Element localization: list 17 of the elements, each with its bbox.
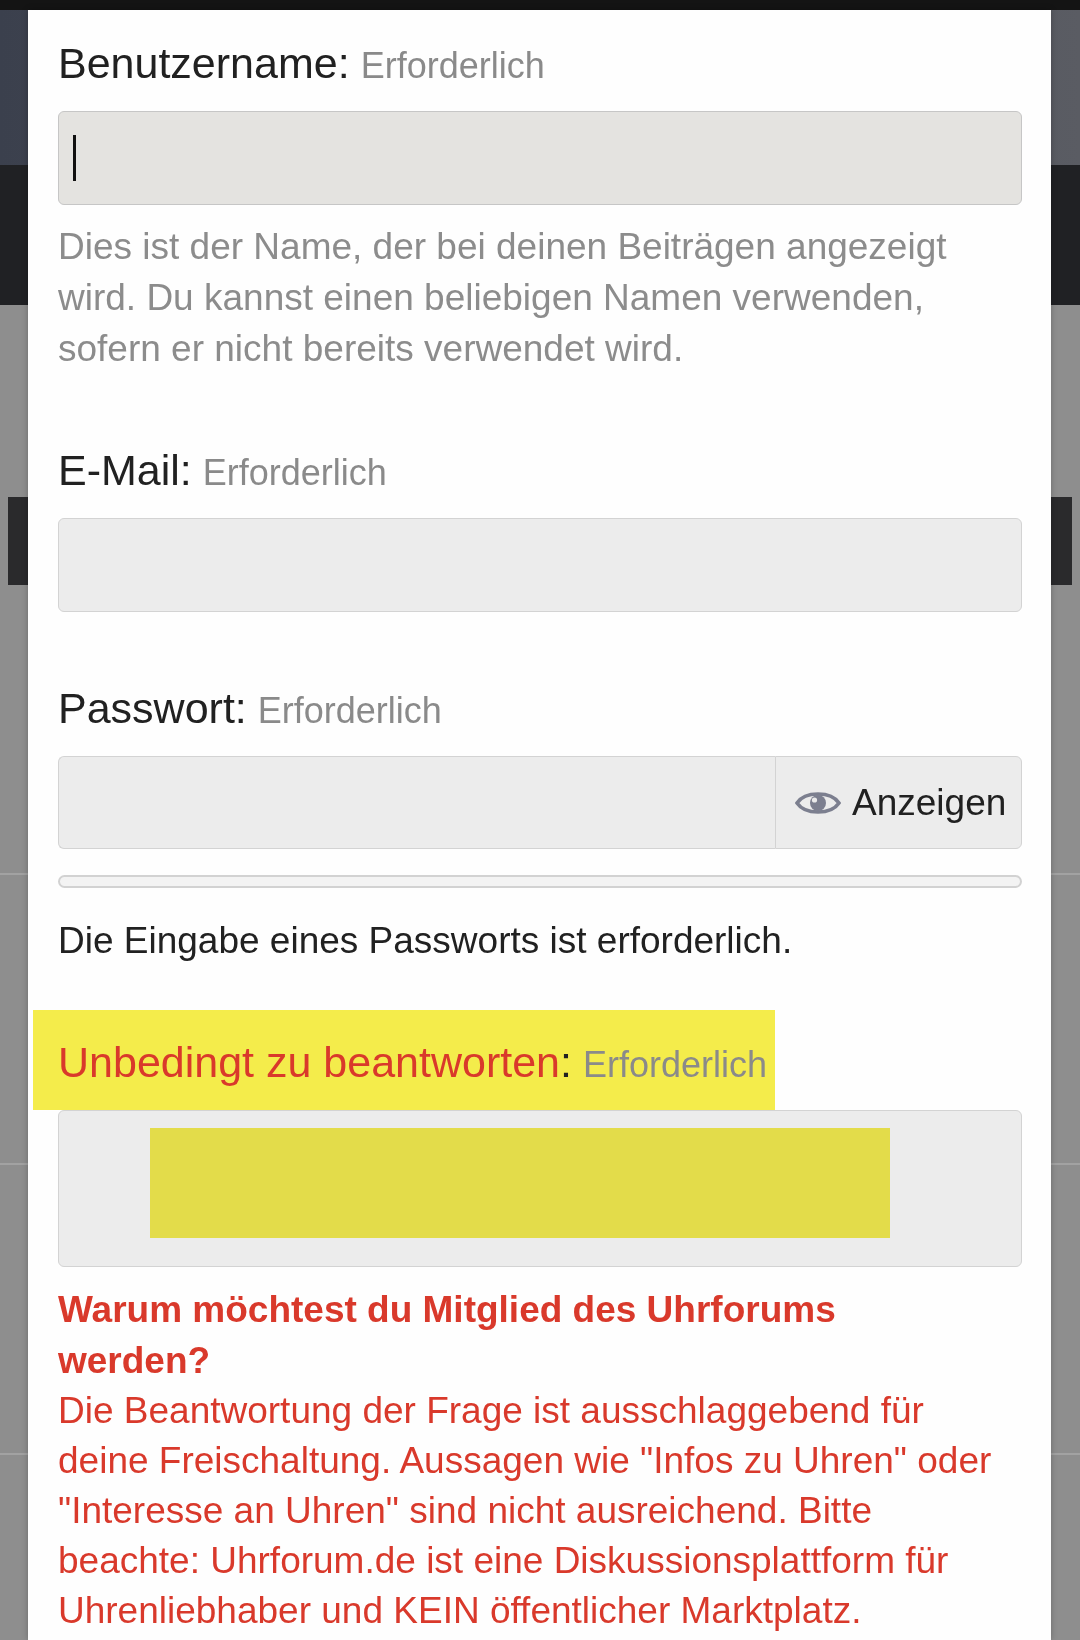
required-note: Erforderlich bbox=[360, 46, 545, 86]
validation-message: Die Eingabe eines Passworts ist erforderlich. bbox=[58, 919, 794, 963]
question-explanation: Die Beantwortung der Frage ist ausschlaggebend für deine Freischaltung. Aussagen wie "Infos zu Uhren" oder "Interesse an Uhren" sind nicht ausreichend. Bitte beachte: Uhrforum.de ist eine Diskussionsplattform für Uhrenliebhaber und KEIN öffentlicher Marktplatz. bbox=[58, 1389, 993, 1633]
required-note: Erforderlich bbox=[202, 453, 387, 493]
question-heading: Warum möchtest du Mitglied des Uhrforums werden? bbox=[58, 1288, 837, 1383]
text-input[interactable] bbox=[58, 518, 1022, 612]
field-label: Passwort: bbox=[58, 683, 247, 734]
text-input[interactable] bbox=[58, 111, 1022, 205]
password-input[interactable] bbox=[58, 756, 775, 849]
field-label: Unbedingt zu beantworten: bbox=[58, 1037, 572, 1088]
field-hint: Dies ist der Name, der bei deinen Beiträgen angezeigt wird. Du kannst einen beliebigen Namen verwenden, sofern er nicht bereits verwendet wird. bbox=[58, 225, 948, 371]
field-label: E-Mail: bbox=[58, 445, 192, 496]
required-note: Erforderlich bbox=[257, 691, 442, 731]
answer-textarea[interactable] bbox=[58, 1110, 1022, 1267]
field-label: Benutzername: bbox=[58, 38, 350, 89]
required-note: Erforderlich bbox=[583, 1045, 768, 1085]
show-password-button[interactable]: Anzeigen bbox=[775, 756, 1022, 849]
